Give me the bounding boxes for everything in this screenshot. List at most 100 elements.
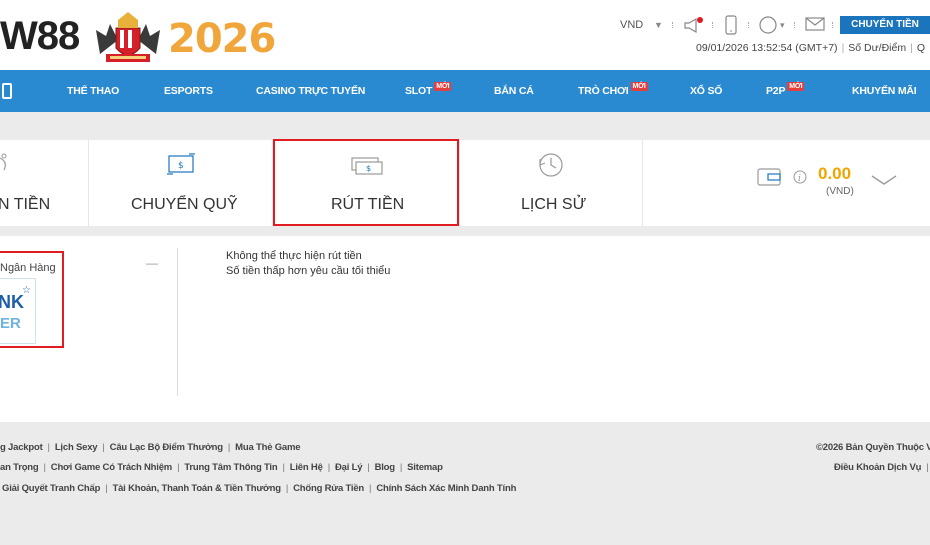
- separator: |: [926, 462, 929, 473]
- main-nav: THỂ THAO ESPORTS CASINO TRỰC TUYẾN SLOT M…: [0, 70, 930, 112]
- footer-link[interactable]: an Trọng: [0, 462, 39, 473]
- brand-logo-text[interactable]: W88: [0, 14, 80, 59]
- nav-label: KHUYẾN MÃI: [852, 85, 917, 97]
- nav-label: SLOT: [405, 85, 433, 97]
- footer-link[interactable]: Câu Lạc Bộ Điểm Thưởng: [110, 442, 223, 453]
- new-badge: MỚI: [630, 82, 648, 91]
- history-icon: [539, 153, 563, 177]
- truncated-link[interactable]: Q: [917, 42, 925, 54]
- tab-transfer-funds[interactable]: $ CHUYỂN QUỸ: [89, 140, 272, 226]
- separator: |: [102, 442, 105, 453]
- separator: |: [367, 462, 370, 473]
- mobile-icon[interactable]: [2, 83, 12, 99]
- new-badge: MỚI: [787, 82, 805, 91]
- nav-item-slot[interactable]: SLOT MỚI: [405, 70, 452, 112]
- nav-label: BẮN CÁ: [494, 85, 534, 97]
- separator: |: [47, 442, 51, 453]
- new-badge: MỚI: [434, 82, 452, 91]
- footer-link[interactable]: Chống Rửa Tiền: [293, 483, 364, 494]
- nav-item-fishing[interactable]: BẮN CÁ: [494, 70, 534, 112]
- withdraw-error-detail: Số tiền thấp hơn yêu cầu tối thiểu: [226, 265, 391, 277]
- svg-text:i: i: [798, 174, 801, 184]
- footer-links-row-3: Giải Quyết Tranh Chấp | Tài Khoản, Thanh T…: [2, 483, 516, 494]
- chevron-down-icon[interactable]: ▾: [780, 20, 785, 31]
- divider: [642, 140, 643, 226]
- balance-amount: 0.00: [818, 164, 852, 183]
- nav-item-lottery[interactable]: XỔ SỐ: [690, 70, 722, 112]
- page: W88 2026 VND ▼ ▾ CHUYỂN TIỀN 09/01/2026 …: [0, 0, 930, 545]
- separator: |: [285, 483, 289, 494]
- footer-link[interactable]: Giải Quyết Tranh Chấp: [2, 483, 100, 494]
- footer-link[interactable]: g Jackpot: [0, 442, 43, 453]
- wallet-balance-widget[interactable]: i: [756, 165, 816, 189]
- megaphone-icon[interactable]: [682, 15, 704, 35]
- footer-link[interactable]: Lịch Sexy: [55, 442, 98, 453]
- separator: |: [399, 462, 403, 473]
- terms-link[interactable]: Điều Khoản Dịch Vụ: [834, 462, 921, 473]
- header: W88 2026 VND ▼ ▾ CHUYỂN TIỀN 09/01/2026 …: [0, 0, 930, 70]
- chevron-down-icon[interactable]: [870, 172, 900, 188]
- points-link[interactable]: Số Dư/Điểm: [848, 42, 906, 54]
- footer-link[interactable]: Tài Khoản, Thanh Toán & Tiền Thưởng: [113, 483, 282, 494]
- account-info-bar: 09/01/2026 13:52:54 (GMT+7) | Số Dư/Điểm | Q: [696, 42, 925, 54]
- nav-item-sports[interactable]: THỂ THAO: [67, 70, 119, 112]
- footer-terms-row: Điều Khoản Dịch Vụ|C: [834, 462, 930, 473]
- svg-text:$: $: [178, 161, 184, 171]
- footer-links-row-1: g Jackpot | Lịch Sexy | Câu Lạc Bộ Điểm Thưở…: [0, 442, 301, 453]
- transfer-money-icon: $: [167, 153, 195, 175]
- separator: |: [177, 462, 180, 473]
- separator: |: [43, 462, 47, 473]
- withdraw-error-message: Không thể thực hiện rút tiền: [226, 250, 362, 262]
- separator: [832, 22, 834, 28]
- user-icon[interactable]: [758, 15, 778, 35]
- nav-item-p2p[interactable]: P2P MỚI: [766, 70, 805, 112]
- footer-link[interactable]: Blog: [375, 462, 396, 473]
- chevron-down-icon[interactable]: ▼: [654, 20, 663, 30]
- year-banner: 2026: [168, 16, 276, 62]
- server-datetime: 09/01/2026 13:52:54 (GMT+7): [696, 42, 838, 54]
- divider: [177, 248, 178, 396]
- footer-link[interactable]: Mua Thẻ Game: [235, 442, 300, 453]
- tab-history[interactable]: LỊCH SỬ: [460, 140, 642, 226]
- piggy-icon: [0, 153, 7, 171]
- footer-link[interactable]: Chơi Game Có Trách Nhiệm: [51, 462, 172, 473]
- separator: [794, 22, 796, 28]
- info-icon[interactable]: i: [793, 170, 807, 184]
- nav-label: ESPORTS: [164, 85, 213, 97]
- transfer-button[interactable]: CHUYỂN TIỀN: [840, 16, 930, 34]
- nav-label: XỔ SỐ: [690, 85, 723, 97]
- mail-icon[interactable]: [804, 15, 826, 33]
- currency-select[interactable]: VND: [620, 19, 643, 31]
- separator: [712, 22, 714, 28]
- nav-item-games[interactable]: TRÒ CHƠI MỚI: [578, 70, 648, 112]
- separator: |: [105, 483, 108, 494]
- active-tab-highlight: [273, 139, 459, 226]
- club-crest-icon: [96, 12, 160, 62]
- nav-label: THỂ THAO: [67, 85, 120, 97]
- separator: [672, 22, 674, 28]
- footer-link[interactable]: Trung Tâm Thông Tin: [184, 462, 277, 473]
- mobile-icon[interactable]: [724, 15, 738, 35]
- tab-deposit[interactable]: N TIỀN: [0, 140, 88, 226]
- footer-link[interactable]: Đại Lý: [335, 462, 363, 473]
- footer-link[interactable]: Liên Hệ: [290, 462, 323, 473]
- separator: |: [841, 42, 845, 54]
- nav-item-esports[interactable]: ESPORTS: [164, 70, 213, 112]
- nav-item-casino[interactable]: CASINO TRỰC TUYẾN: [256, 70, 365, 112]
- balance-currency: (VND): [826, 186, 854, 197]
- tab-label: LỊCH SỬ: [521, 196, 587, 213]
- separator: |: [910, 42, 913, 54]
- collapse-icon[interactable]: —: [146, 256, 158, 270]
- separator: |: [282, 462, 285, 473]
- nav-label: P2P: [766, 85, 786, 97]
- tab-label: CHUYỂN QUỸ: [131, 196, 238, 213]
- separator: [748, 22, 750, 28]
- footer-link[interactable]: Sitemap: [407, 462, 443, 473]
- tab-label: N TIỀN: [0, 196, 51, 213]
- footer-link[interactable]: Chính Sách Xác Minh Danh Tính: [376, 483, 516, 494]
- nav-item-promotions[interactable]: KHUYẾN MÃI: [852, 70, 917, 112]
- wallet-icon: [757, 168, 781, 186]
- separator: |: [369, 483, 372, 494]
- selected-bank-highlight: [0, 251, 64, 348]
- footer-links-row-2: an Trọng | Chơi Game Có Trách Nhiệm | Trung …: [0, 462, 443, 473]
